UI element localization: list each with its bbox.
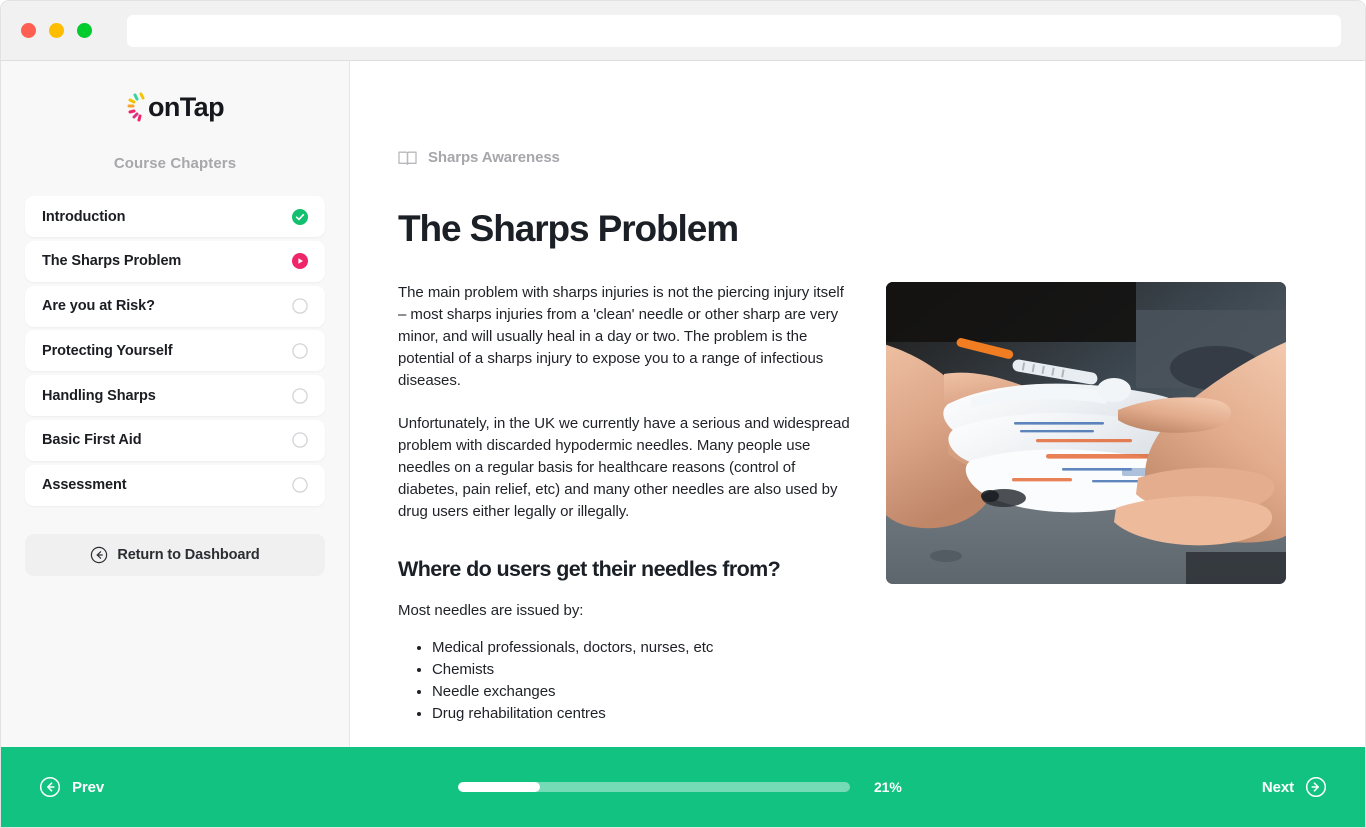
- chapter-label: Introduction: [42, 208, 126, 225]
- minimize-window-button[interactable]: [49, 23, 64, 38]
- return-to-dashboard-label: Return to Dashboard: [117, 546, 260, 563]
- list-item: Medical professionals, doctors, nurses, …: [432, 637, 854, 659]
- prev-label: Prev: [72, 778, 105, 796]
- arrow-right-circle-icon: [1305, 776, 1327, 798]
- list-lead-text: Most needles are issued by:: [398, 602, 584, 619]
- breadcrumb-label: Sharps Awareness: [428, 149, 560, 166]
- address-bar-input[interactable]: [127, 14, 1341, 47]
- progress-percent-label: 21%: [874, 779, 902, 795]
- chapter-label: Assessment: [42, 477, 127, 494]
- book-icon: [398, 151, 417, 165]
- brand-logo[interactable]: onTap: [25, 61, 325, 149]
- list-item: Needle exchanges: [432, 681, 854, 703]
- chapter-item[interactable]: The Sharps Problem: [25, 240, 325, 282]
- lesson-footer: Prev 21% Next: [1, 747, 1365, 827]
- empty-circle-icon: [292, 387, 308, 404]
- paragraph-1: The main problem with sharps injuries is…: [398, 284, 844, 389]
- next-label: Next: [1261, 778, 1294, 796]
- brand-name: onTap: [148, 91, 225, 122]
- prev-button[interactable]: Prev: [39, 776, 104, 798]
- content-row: The main problem with sharps injuries is…: [398, 282, 1286, 725]
- maximize-window-button[interactable]: [77, 23, 92, 38]
- list-item: Drug rehabilitation centres: [432, 703, 854, 725]
- empty-circle-icon: [292, 477, 308, 494]
- window-controls: [21, 23, 92, 38]
- chapter-item[interactable]: Assessment: [25, 464, 325, 506]
- lesson-image: [886, 282, 1286, 584]
- chapter-label: Handling Sharps: [42, 387, 156, 404]
- paragraph-2: Unfortunately, in the UK we currently ha…: [398, 415, 850, 520]
- page-title: The Sharps Problem: [398, 208, 739, 249]
- chapter-label: Protecting Yourself: [42, 342, 173, 359]
- main-content: Sharps Awareness The Sharps Problem The …: [350, 61, 1365, 827]
- browser-chrome: [1, 1, 1365, 61]
- chapter-list: Introduction The Sharps Problem Are you at…: [25, 196, 325, 506]
- list-item: Chemists: [432, 659, 854, 681]
- logo-dots-icon: [127, 92, 145, 122]
- progress-bar[interactable]: [458, 782, 850, 792]
- section-subheading: Where do users get their needles from?: [398, 557, 781, 581]
- app-body: onTap Course Chapters Introduction The Sh…: [1, 61, 1365, 827]
- browser-window: onTap Course Chapters Introduction The Sh…: [0, 0, 1366, 828]
- empty-circle-icon: [292, 343, 308, 359]
- arrow-left-circle-icon: [91, 546, 108, 563]
- chapter-item[interactable]: Protecting Yourself: [25, 330, 325, 372]
- return-to-dashboard-button[interactable]: Return to Dashboard: [25, 533, 325, 576]
- sidebar: onTap Course Chapters Introduction The Sh…: [1, 61, 350, 827]
- check-circle-icon: [292, 208, 308, 225]
- arrow-left-circle-icon: [39, 776, 61, 798]
- close-window-button[interactable]: [21, 23, 36, 38]
- chapter-item[interactable]: Introduction: [25, 196, 325, 237]
- empty-circle-icon: [292, 298, 308, 314]
- text-column: The main problem with sharps injuries is…: [398, 282, 854, 725]
- chapter-item[interactable]: Basic First Aid: [25, 419, 325, 461]
- chapters-heading: Course Chapters: [113, 155, 237, 172]
- chapter-item[interactable]: Handling Sharps: [25, 375, 325, 417]
- play-circle-icon: [292, 253, 308, 270]
- empty-circle-icon: [292, 432, 308, 449]
- chapter-label: The Sharps Problem: [42, 253, 182, 270]
- chapter-item[interactable]: Are you at Risk?: [25, 285, 325, 327]
- next-button[interactable]: Next: [1262, 776, 1327, 798]
- chapter-label: Are you at Risk?: [42, 298, 155, 315]
- chapter-label: Basic First Aid: [42, 432, 142, 449]
- progress-area: 21%: [104, 779, 1262, 795]
- breadcrumb[interactable]: Sharps Awareness: [398, 149, 1285, 166]
- progress-bar-fill: [458, 782, 541, 792]
- needle-sources-list: Medical professionals, doctors, nurses, …: [398, 637, 854, 725]
- needle-exchange-photo: [886, 282, 1286, 584]
